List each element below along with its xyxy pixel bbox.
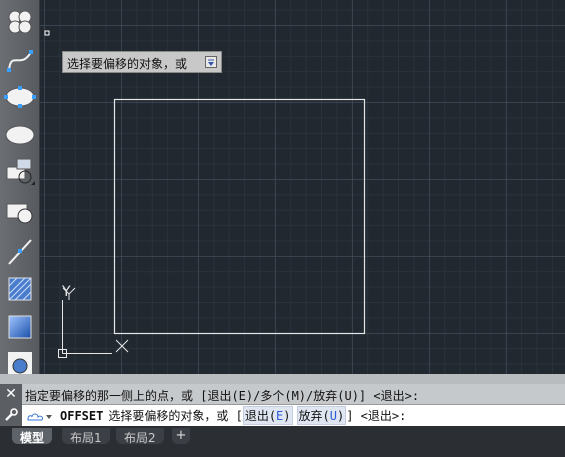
ucs-y-text: Y xyxy=(62,284,71,300)
tooltip-text: 选择要偏移的对象，或 xyxy=(67,57,188,71)
command-window-grip[interactable] xyxy=(0,374,565,384)
draw-toolbar xyxy=(0,0,40,374)
dynamic-input-tooltip: 选择要偏移的对象，或 xyxy=(62,51,222,73)
add-layout-button[interactable]: + xyxy=(172,428,190,444)
option-exit-label: 退出( xyxy=(244,409,277,423)
command-name: OFFSET xyxy=(60,408,104,423)
close-icon[interactable]: ✕ xyxy=(0,384,22,404)
ellipse-icon[interactable] xyxy=(3,80,37,114)
command-history: 指定要偏移的那一侧上的点，或 [退出(E)/多个(M)/放弃(U)] <退出>: xyxy=(22,384,565,404)
option-exit-end: ) xyxy=(283,409,291,423)
command-prompt: 选择要偏移的对象，或 [ xyxy=(108,409,243,423)
revision-cloud-icon[interactable] xyxy=(3,5,37,39)
option-undo[interactable]: 放弃(U) xyxy=(296,406,347,425)
spline-icon[interactable] xyxy=(3,44,37,78)
arrow-down-icon xyxy=(208,59,214,66)
rectangle-object xyxy=(113,98,366,335)
make-block-icon[interactable] xyxy=(3,196,37,230)
insert-block-icon[interactable] xyxy=(3,155,37,189)
tab-model[interactable]: 模型 xyxy=(12,428,53,445)
ellipse-arc-icon[interactable] xyxy=(3,118,37,152)
option-exit[interactable]: 退出(E) xyxy=(242,406,293,425)
option-undo-key: U xyxy=(329,409,337,423)
command-suffix: ] <退出>: xyxy=(346,409,407,423)
hatch-icon[interactable] xyxy=(3,272,37,306)
gradient-icon[interactable] xyxy=(3,310,37,344)
command-line-input[interactable]: OFFSET 选择要偏移的对象，或 [ 退出(E) 放弃(U) ] <退出>: xyxy=(22,404,565,426)
tab-layout2[interactable]: 布局2 xyxy=(116,428,164,445)
option-undo-label: 放弃( xyxy=(298,409,330,423)
point-icon[interactable] xyxy=(3,234,37,268)
tooltip-options-button[interactable] xyxy=(205,56,217,68)
command-dropdown-icon[interactable] xyxy=(26,409,54,423)
option-undo-end: ) xyxy=(336,409,345,423)
pickbox-cursor xyxy=(44,30,50,36)
tab-layout1[interactable]: 布局1 xyxy=(62,428,110,445)
wrench-icon[interactable] xyxy=(0,404,22,426)
layout-tabbar: 模型 布局1 布局2 + xyxy=(0,426,565,457)
